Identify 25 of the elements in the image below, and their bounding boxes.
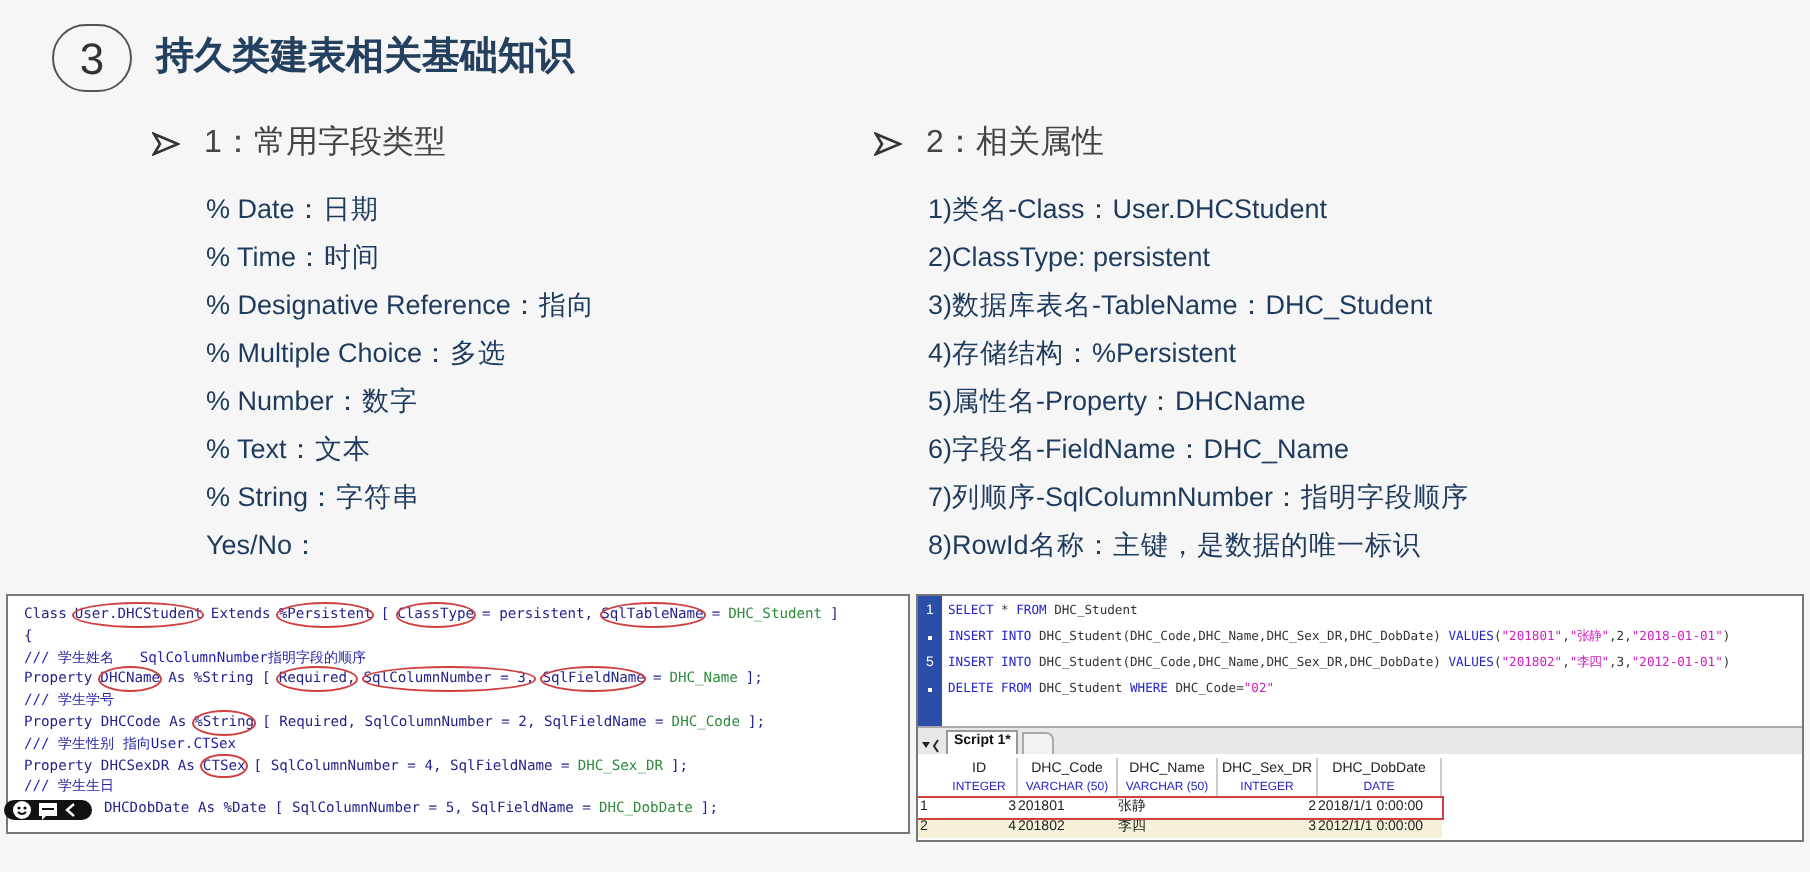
list-item: 7)列顺序-SqlColumnNumber：指明字段顺序 <box>928 480 1472 516</box>
section-heading: 1：常用字段类型 <box>204 123 446 164</box>
arrowhead-bullet-icon <box>152 132 180 156</box>
list-item: 5)属性名-Property：DHCName <box>928 384 1308 420</box>
section-heading: 2：相关属性 <box>926 123 1104 164</box>
chevron-left-icon[interactable] <box>64 802 76 818</box>
comment-icon[interactable] <box>38 801 58 819</box>
list-item: % Text：文本 <box>206 432 373 468</box>
list-item: % Date：日期 <box>206 192 381 228</box>
list-item: Yes/No： <box>206 528 323 564</box>
list-item: 1)类名-Class：User.DHCStudent <box>928 192 1330 228</box>
list-item: 6)字段名-FieldName：DHC_Name <box>928 432 1352 468</box>
list-item: % Designative Reference：指向 <box>206 288 597 324</box>
list-item: % Number：数字 <box>206 384 420 420</box>
arrowhead-bullet-icon <box>874 132 902 156</box>
list-item: 4)存储结构：%Persistent <box>928 336 1239 372</box>
slide-title: 持久类建表相关基础知识 <box>156 33 574 82</box>
list-item: % String：字符串 <box>206 480 423 516</box>
list-item: % Time：时间 <box>206 240 383 276</box>
list-item: % Multiple Choice：多选 <box>206 336 509 372</box>
list-item: 8)RowId名称：主键，是数据的唯一标识 <box>928 528 1423 564</box>
list-item: 2)ClassType: persistent <box>928 240 1213 276</box>
list-item: 3)数据库表名-TableName：DHC_Student <box>928 288 1435 324</box>
smiley-icon[interactable] <box>12 800 32 820</box>
tab-arrows-icon[interactable] <box>922 738 942 754</box>
